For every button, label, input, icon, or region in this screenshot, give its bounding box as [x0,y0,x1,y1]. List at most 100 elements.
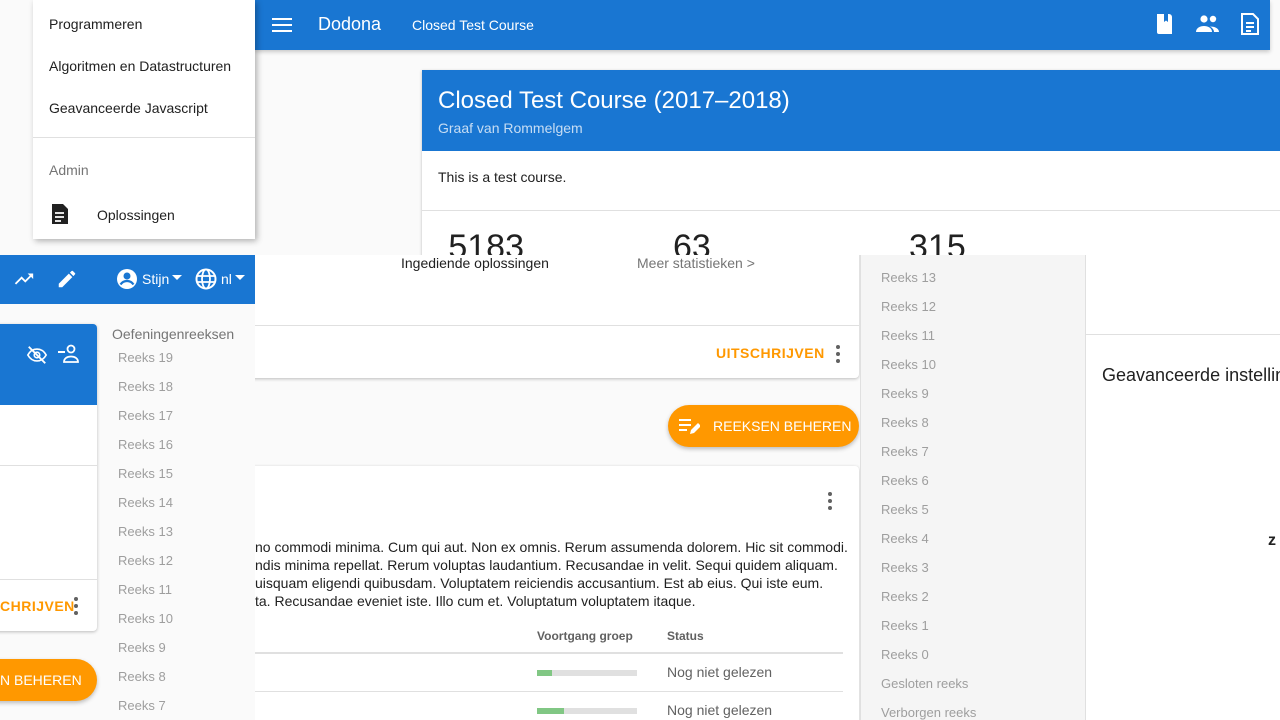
card-divider [422,210,1280,211]
series-nav-item[interactable]: Reeks 14 [118,488,248,517]
more-vert-icon[interactable] [68,594,84,618]
series-nav-item[interactable]: Verborgen reeks [881,698,1081,720]
current-course-title[interactable]: Closed Test Course [412,17,534,33]
stat-label: Ingediende oplossingen [401,255,549,271]
series-nav-item[interactable]: Reeks 3 [881,553,1081,582]
series-nav-item[interactable]: Reeks 7 [118,691,248,720]
col-header-progress: Voortgang groep [537,629,633,643]
settings-panel: Geavanceerde instellingen z [1085,255,1280,720]
unsubscribe-button-fragment[interactable]: CHRIJVEN [0,598,75,614]
series-nav-right: Reeks 13 Reeks 12 Reeks 11 Reeks 10 Reeks 9R… [860,255,1085,720]
course-description: This is a test course. [438,169,567,185]
series-nav-item[interactable]: Reeks 1 [881,611,1081,640]
series-nav-item[interactable]: Reeks 12 [881,292,1081,321]
stat-value-peek: 5183 [448,228,524,255]
edit-icon[interactable] [56,268,78,290]
group-progress-bar [537,670,637,676]
series-card: no commodi minima. Cum qui aut. Non ex o… [240,466,859,720]
table-row[interactable]: Nog niet gelezen [255,654,843,692]
series-nav-item[interactable]: Reeks 13 [881,263,1081,292]
card-divider [0,579,97,580]
language-code[interactable]: nl [221,271,232,287]
course-info-card: 5183 Ingediende oplossingen 63 Meer stat… [240,255,859,378]
stat-value-peek: 315 [909,228,966,255]
drawer-divider [33,137,255,138]
series-nav-item[interactable]: Reeks 13 [118,517,248,546]
menu-icon[interactable] [272,15,292,35]
manage-series-label: N BEHEREN [0,672,82,688]
user-name[interactable]: Stijn [142,271,169,287]
trending-up-icon[interactable] [13,268,35,290]
series-nav-item[interactable]: Reeks 7 [881,437,1081,466]
stat-value-peek: 63 [673,228,711,255]
series-nav-item[interactable]: Reeks 11 [118,575,248,604]
series-nav-item[interactable]: Reeks 19 [118,343,248,372]
card-divider [240,325,859,326]
brand-title[interactable]: Dodona [318,14,381,35]
people-icon[interactable] [1196,13,1220,35]
language-icon[interactable] [194,267,218,291]
drawer-course-item[interactable]: Geavanceerde Javascript [49,100,247,116]
course-page-top: Dodona Closed Test Course Closed Test Co… [0,0,1280,255]
series-nav-item[interactable]: Reeks 16 [118,430,248,459]
stat-submissions: 5183 Ingediende oplossingen [401,255,581,271]
drawer-item-solutions[interactable]: Oplossingen [97,207,175,223]
person-remove-icon[interactable] [57,343,81,365]
assignment-icon[interactable] [1239,12,1261,36]
col-header-status: Status [667,629,704,643]
series-nav-left: Oefeningenreeksen Reeks 19 Reeks 18 Reeks … [100,321,255,720]
series-nav-item[interactable]: Reeks 5 [881,495,1081,524]
unsubscribe-button[interactable]: UITSCHRIJVEN [716,345,825,361]
series-nav-item[interactable]: Reeks 12 [118,546,248,575]
table-row[interactable]: Nog niet gelezen [255,692,843,720]
card-divider [0,465,97,466]
navigation-drawer: Programmeren Algoritmen en Datastructure… [33,0,255,239]
account-circle-icon[interactable] [115,267,139,291]
stat-more-statistics[interactable]: 63 Meer statistieken > [637,255,817,271]
series-nav-item[interactable]: Reeks 10 [881,350,1081,379]
series-nav-item[interactable]: Reeks 10 [118,604,248,633]
group-progress-fill [537,670,552,676]
manage-series-label: REEKSEN BEHEREN [713,418,852,434]
solutions-icon [50,203,70,225]
series-nav-item[interactable]: Reeks 2 [881,582,1081,611]
more-vert-icon[interactable] [822,489,838,513]
series-nav-item[interactable]: Reeks 8 [881,408,1081,437]
status-text: Nog niet gelezen [667,702,773,718]
more-statistics-link[interactable]: Meer statistieken > [637,255,817,271]
status-text: Nog niet gelezen [667,664,773,680]
series-nav-item[interactable]: Reeks 9 [118,633,248,662]
series-nav-header: Oefeningenreeksen [112,326,235,342]
series-nav-item[interactable]: Reeks 15 [118,459,248,488]
left-page-fragment: Stijn nl CHRIJVEN N BEHEREN Oefeningenre… [0,255,255,720]
card-header-fragment [0,324,97,405]
series-nav-item[interactable]: Reeks 11 [881,321,1081,350]
series-nav-item[interactable]: Reeks 0 [881,640,1081,669]
playlist-edit-icon [678,416,700,436]
drawer-course-item[interactable]: Algoritmen en Datastructuren [49,58,247,74]
series-nav-item[interactable]: Reeks 18 [118,372,248,401]
visibility-off-icon[interactable] [26,344,48,366]
manage-series-button[interactable]: REEKSEN BEHEREN [668,405,859,447]
more-vert-icon[interactable] [830,342,846,366]
series-nav-item[interactable]: Reeks 8 [118,662,248,691]
series-nav-item[interactable]: Reeks 6 [881,466,1081,495]
course-card-fragment: CHRIJVEN [0,324,97,631]
series-nav-item[interactable]: Gesloten reeks [881,669,1081,698]
course-teacher: Graaf van Rommelgem [438,120,583,136]
advanced-settings-heading: Geavanceerde instellingen [1102,365,1280,385]
group-progress-bar [537,708,637,714]
drawer-subheader: Admin [49,162,89,178]
book-icon[interactable] [1155,13,1175,35]
drawer-course-item[interactable]: Programmeren [49,16,247,32]
course-card-header: Closed Test Course (2017–2018) Graaf van… [422,70,1280,151]
series-nav-item[interactable]: Reeks 9 [881,379,1081,408]
manage-series-button-fragment[interactable]: N BEHEREN [0,659,97,701]
series-nav-list: Reeks 19 Reeks 18 Reeks 17 Reeks 16 Reeks 15… [118,343,248,720]
panel-divider [1086,334,1280,335]
arrow-drop-down-icon [235,275,245,281]
arrow-drop-down-icon [172,275,182,281]
series-nav-item[interactable]: Reeks 4 [881,524,1081,553]
series-nav-list: Reeks 13 Reeks 12 Reeks 11 Reeks 10 Reeks 9R… [881,263,1081,720]
series-nav-item[interactable]: Reeks 17 [118,401,248,430]
